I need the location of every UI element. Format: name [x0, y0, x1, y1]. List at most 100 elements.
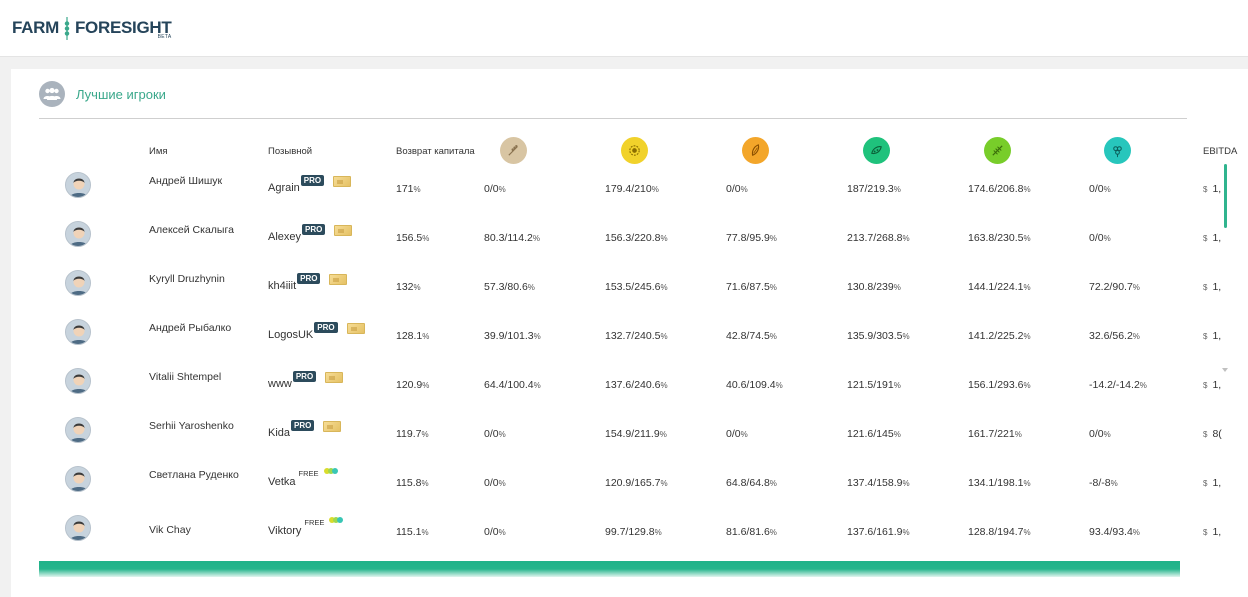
- percent-sign: %: [498, 430, 506, 439]
- player-name[interactable]: Vitalii Shtempel: [149, 372, 259, 383]
- cell-roi: 128.1%: [396, 330, 429, 342]
- cell-c5: 144.1/224.1%: [968, 281, 1031, 293]
- percent-sign: %: [421, 430, 429, 439]
- percent-sign: %: [893, 185, 901, 194]
- rapeseed-icon[interactable]: [1104, 137, 1131, 164]
- cell-value: 72.2/90.7: [1089, 281, 1133, 293]
- cell-c1: 64.4/100.4%: [484, 379, 541, 391]
- column-header-nick[interactable]: Позывной: [268, 146, 312, 157]
- player-nick[interactable]: Kida PRO: [268, 420, 342, 439]
- sunflower-icon[interactable]: [621, 137, 648, 164]
- player-name[interactable]: Алексей Скалыга: [149, 225, 259, 236]
- percent-sign: %: [1023, 381, 1031, 390]
- player-name[interactable]: Светлана Руденко: [149, 470, 259, 481]
- player-nick[interactable]: Viktory FREE: [268, 517, 344, 537]
- percent-sign: %: [769, 332, 777, 341]
- table-row[interactable]: Андрей Рыбалко LogosUK PRO 128.1% 39.9/101.3…: [11, 315, 1248, 364]
- app-logo[interactable]: FARM FORESIGHT BETA: [12, 15, 172, 41]
- player-nick[interactable]: kh4iiit PRO: [268, 273, 348, 292]
- table-row[interactable]: Светлана Руденко Vetka FREE 115.8% 0/0% 120.9…: [11, 462, 1248, 511]
- top-bar: FARM FORESIGHT BETA: [0, 0, 1248, 57]
- table-row[interactable]: Vitalii Shtempel www PRO 120.9% 64.4/100.4% 1…: [11, 364, 1248, 413]
- cell-c3: 64.8/64.8%: [726, 477, 777, 489]
- percent-sign: %: [1014, 430, 1022, 439]
- nick-text: LogosUK: [268, 329, 314, 341]
- player-name[interactable]: Андрей Шишук: [149, 176, 259, 187]
- corn-icon[interactable]: [742, 137, 769, 164]
- cell-roi: 120.9%: [396, 379, 429, 391]
- table-row[interactable]: Serhii Yaroshenko Kida PRO 119.7% 0/0% 154.9/…: [11, 413, 1248, 462]
- divider: [39, 118, 1187, 119]
- column-header-name[interactable]: Имя: [149, 146, 168, 157]
- percent-sign: %: [1023, 234, 1031, 243]
- player-nick[interactable]: Alexey PRO: [268, 224, 353, 243]
- percent-sign: %: [1139, 381, 1147, 390]
- cell-value: 121.5/191: [847, 379, 894, 391]
- column-header-roi[interactable]: Возврат капитала: [396, 146, 475, 157]
- currency-sign: $: [1203, 381, 1208, 390]
- cell-value: 187/219.3: [847, 183, 894, 195]
- player-name[interactable]: Vik Chay: [149, 525, 259, 536]
- cell-value: 0/0: [1089, 183, 1104, 195]
- player-nick[interactable]: Agrain PRO: [268, 175, 352, 194]
- percent-sign: %: [1110, 479, 1118, 488]
- percent-sign: %: [533, 332, 541, 341]
- cell-c6: 32.6/56.2%: [1089, 330, 1140, 342]
- player-name[interactable]: Serhii Yaroshenko: [149, 421, 259, 432]
- avatar: [65, 368, 91, 394]
- avatar: [65, 270, 91, 296]
- player-nick[interactable]: www PRO: [268, 371, 344, 390]
- scroll-down-arrow-icon[interactable]: [1222, 368, 1228, 372]
- cell-c3: 40.6/109.4%: [726, 379, 783, 391]
- nick-text: Kida: [268, 427, 291, 439]
- wheat-icon[interactable]: [500, 137, 527, 164]
- table-row[interactable]: Vik Chay Viktory FREE 115.1% 0/0% 99.7/129.8%…: [11, 511, 1248, 560]
- cell-value: 144.1/224.1: [968, 281, 1024, 293]
- cell-value: 32.6/56.2: [1089, 330, 1133, 342]
- horizontal-scrollbar[interactable]: [39, 561, 1180, 577]
- cell-value: 153.5/245.6: [605, 281, 661, 293]
- vertical-scrollbar[interactable]: [1224, 164, 1227, 228]
- percent-sign: %: [532, 234, 540, 243]
- table-row[interactable]: Kyryll Druzhynin kh4iiit PRO 132% 57.3/80.6%…: [11, 266, 1248, 315]
- cell-c5: 134.1/198.1%: [968, 477, 1031, 489]
- currency-sign: $: [1203, 479, 1208, 488]
- cell-value: 120.9/165.7: [605, 477, 661, 489]
- soybean-icon[interactable]: [863, 137, 890, 164]
- cell-value: 0/0: [484, 183, 499, 195]
- barley-icon[interactable]: [984, 137, 1011, 164]
- currency-sign: $: [1203, 283, 1208, 292]
- cell-roi: 115.8%: [396, 477, 429, 489]
- percent-sign: %: [902, 234, 910, 243]
- cell-ebitda: $1,: [1203, 477, 1221, 489]
- cell-value: 130.8/239: [847, 281, 894, 293]
- cell-c1: 57.3/80.6%: [484, 281, 535, 293]
- cell-c3: 71.6/87.5%: [726, 281, 777, 293]
- percent-sign: %: [769, 528, 777, 537]
- avatar: [65, 466, 91, 492]
- cell-value: 42.8/74.5: [726, 330, 770, 342]
- cell-ebitda: $1,: [1203, 183, 1221, 195]
- cell-c2: 156.3/220.8%: [605, 232, 668, 244]
- percent-sign: %: [421, 479, 429, 488]
- cell-value: 40.6/109.4: [726, 379, 776, 391]
- logo-text-left: FARM: [12, 18, 59, 37]
- player-name[interactable]: Kyryll Druzhynin: [149, 274, 259, 285]
- percent-sign: %: [660, 381, 668, 390]
- player-name[interactable]: Андрей Рыбалко: [149, 323, 259, 334]
- plan-badge: PRO: [302, 224, 326, 235]
- currency-sign: $: [1203, 430, 1208, 439]
- cell-value: 0/0: [726, 428, 741, 440]
- cell-value: 121.6/145: [847, 428, 894, 440]
- player-nick[interactable]: LogosUK PRO: [268, 322, 365, 341]
- table-row[interactable]: Алексей Скалыга Alexey PRO 156.5% 80.3/114.2…: [11, 217, 1248, 266]
- player-nick[interactable]: Vetka FREE: [268, 468, 339, 488]
- percent-sign: %: [413, 185, 421, 194]
- gold-card-icon: [346, 323, 365, 334]
- table-row[interactable]: Андрей Шишук Agrain PRO 171% 0/0% 179.4/210% 0…: [11, 168, 1248, 217]
- column-header-ebitda[interactable]: EBITDA: [1203, 146, 1237, 157]
- cell-value: 1,: [1212, 281, 1222, 293]
- avatar: [65, 172, 91, 198]
- top-players-card: Лучшие игроки Имя Позывной Возврат капит…: [11, 69, 1248, 597]
- cell-value: 119.7: [396, 428, 422, 440]
